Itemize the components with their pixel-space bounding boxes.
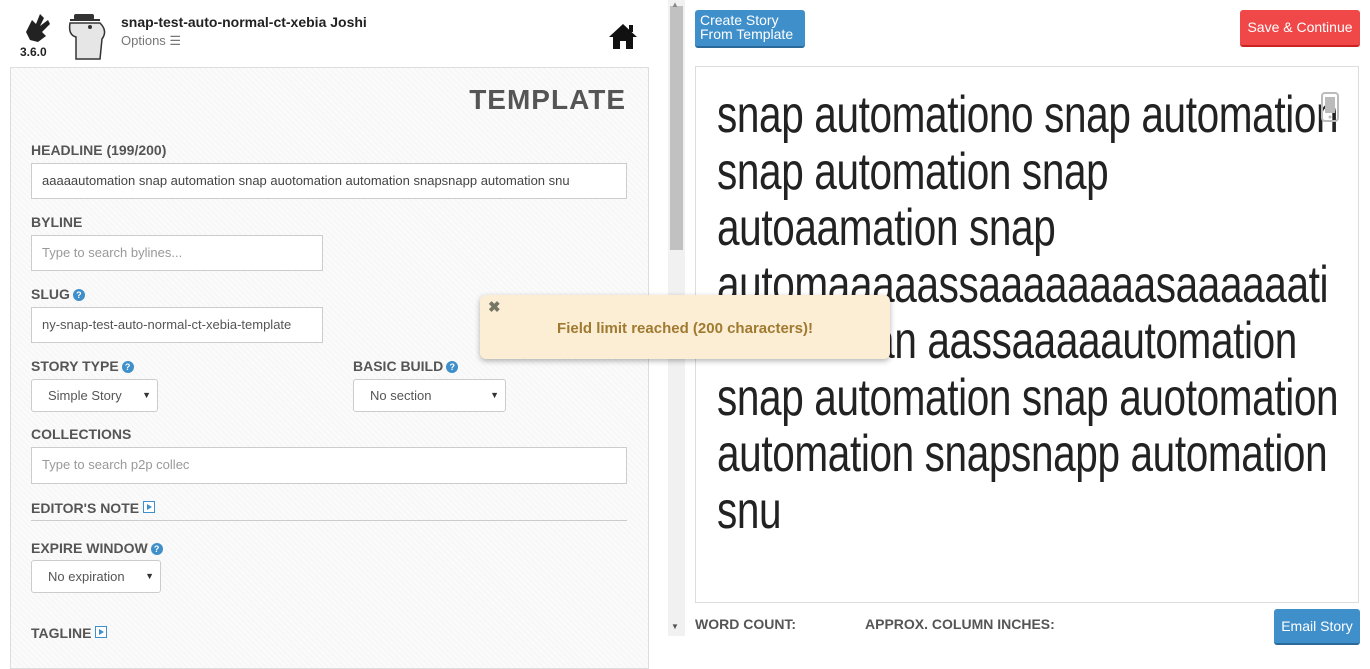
- slug-input[interactable]: ny-snap-test-auto-normal-ct-xebia-templa…: [31, 307, 323, 343]
- expand-icon: [143, 501, 156, 513]
- help-icon[interactable]: ?: [72, 289, 85, 301]
- section-divider: [31, 520, 627, 521]
- story-title: snap-test-auto-normal-ct-xebia Joshi: [121, 14, 367, 30]
- dinosaur-avatar-icon: [68, 14, 106, 60]
- dropdown-caret-icon: ▼: [145, 571, 154, 581]
- options-menu[interactable]: Options ☰: [121, 33, 181, 49]
- app-version: 3.6.0: [20, 45, 47, 59]
- byline-label: BYLINE: [31, 214, 83, 230]
- create-from-template-button[interactable]: Create Story From Template: [695, 10, 805, 48]
- word-count-label: WORD COUNT:: [695, 616, 797, 632]
- collections-search-input[interactable]: Type to search p2p collec: [31, 447, 627, 484]
- expand-icon: [95, 626, 108, 638]
- story-type-label: STORY TYPE?: [31, 358, 134, 374]
- template-heading: TEMPLATE: [469, 84, 626, 115]
- column-inches-label: APPROX. COLUMN INCHES:: [865, 616, 1055, 632]
- save-continue-button[interactable]: Save & Continue: [1240, 10, 1360, 47]
- help-icon[interactable]: ?: [121, 361, 134, 373]
- expire-window-label: EXPIRE WINDOW?: [31, 540, 163, 556]
- headline-label: HEADLINE (199/200): [31, 142, 167, 158]
- byline-search-input[interactable]: Type to search bylines...: [31, 235, 323, 271]
- headline-input[interactable]: aaaaautomation snap automation snap auot…: [31, 163, 627, 199]
- toast-message: Field limit reached (200 characters)!: [557, 320, 813, 337]
- help-icon[interactable]: ?: [150, 543, 163, 555]
- expire-window-select[interactable]: No expiration ▼: [31, 560, 161, 593]
- template-panel: TEMPLATE HEADLINE (199/200) aaaaautomati…: [10, 67, 649, 669]
- dropdown-caret-icon: ▼: [142, 390, 151, 400]
- email-story-button[interactable]: Email Story: [1274, 609, 1360, 645]
- collections-label: COLLECTIONS: [31, 426, 132, 442]
- home-icon[interactable]: [607, 22, 639, 50]
- basic-build-select[interactable]: No section ▼: [353, 379, 506, 412]
- headline-value: aaaaautomation snap automation snap auot…: [42, 173, 570, 188]
- scroll-down-arrow-icon[interactable]: ▼: [671, 622, 679, 631]
- slug-label: SLUG?: [31, 286, 85, 302]
- scroll-up-arrow-icon[interactable]: ▲: [671, 0, 679, 9]
- field-limit-toast: ✖ Field limit reached (200 characters)!: [480, 295, 890, 359]
- help-icon[interactable]: ?: [446, 361, 459, 373]
- dropdown-caret-icon: ▼: [490, 390, 499, 400]
- story-type-select[interactable]: Simple Story ▼: [31, 379, 158, 412]
- hand-logo-icon: [26, 14, 50, 42]
- scrollbar-thumb[interactable]: [670, 6, 683, 250]
- mobile-preview-icon[interactable]: [1321, 92, 1339, 122]
- editors-note-toggle[interactable]: EDITOR'S NOTE: [31, 500, 156, 516]
- tagline-toggle[interactable]: TAGLINE: [31, 625, 108, 641]
- basic-build-label: BASIC BUILD?: [353, 358, 459, 374]
- close-icon[interactable]: ✖: [488, 298, 501, 316]
